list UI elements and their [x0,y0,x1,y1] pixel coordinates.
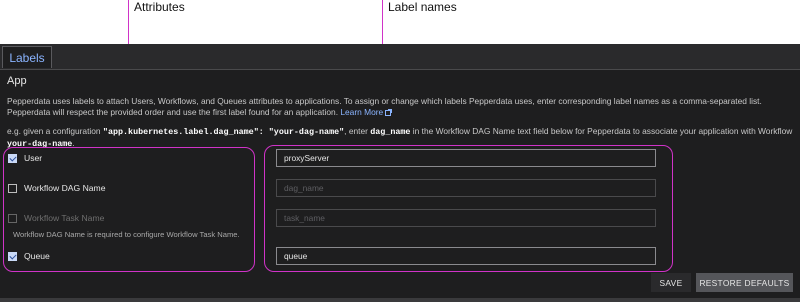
attribute-queue[interactable]: Queue [8,251,50,261]
tab-labels[interactable]: Labels [2,46,52,68]
external-link-icon [385,109,393,116]
workflow-dag-name-label-field[interactable]: dag_name [276,179,656,197]
attributes-callout-label: Attributes [134,0,185,14]
tab-bar: Labels [0,44,800,70]
section-description: Pepperdata uses labels to attach Users, … [7,96,793,118]
queue-checkbox-label: Queue [24,251,50,261]
section-title: App [7,75,27,87]
workflow-dag-name-checkbox-label: Workflow DAG Name [24,183,106,193]
workflow-task-name-checkbox [8,213,17,223]
save-button[interactable]: SAVE [651,273,691,292]
example-middle-2: in the Workflow DAG Name text field belo… [412,126,793,136]
label-names-callout-label: Label names [388,0,457,14]
attribute-workflow-task-name: Workflow Task Name [8,213,104,223]
learn-more-link[interactable]: Learn More [340,107,393,117]
workflow-task-name-label-field: task_name [276,209,656,227]
restore-defaults-button[interactable]: RESTORE DEFAULTS [696,273,793,292]
queue-label-field[interactable]: queue [276,247,656,265]
example-middle-1: , enter [344,126,368,136]
example-key-name: dag_name [370,127,411,137]
workflow-task-name-checkbox-label: Workflow Task Name [24,213,105,223]
user-label-field[interactable]: proxyServer [276,149,656,167]
workflow-dag-name-checkbox[interactable] [8,183,17,193]
attribute-user[interactable]: User [8,153,42,163]
attribute-workflow-dag-name[interactable]: Workflow DAG Name [8,183,106,193]
user-checkbox-label: User [24,153,43,163]
queue-checkbox[interactable] [8,251,17,261]
example-prefix: e.g. given a configuration [7,126,101,136]
user-checkbox[interactable] [8,153,17,163]
example-config-key: "app.kubernetes.label.dag_name": "your-d… [102,127,345,137]
bottom-divider [0,298,800,302]
task-name-hint: Workflow DAG Name is required to configu… [13,230,240,239]
